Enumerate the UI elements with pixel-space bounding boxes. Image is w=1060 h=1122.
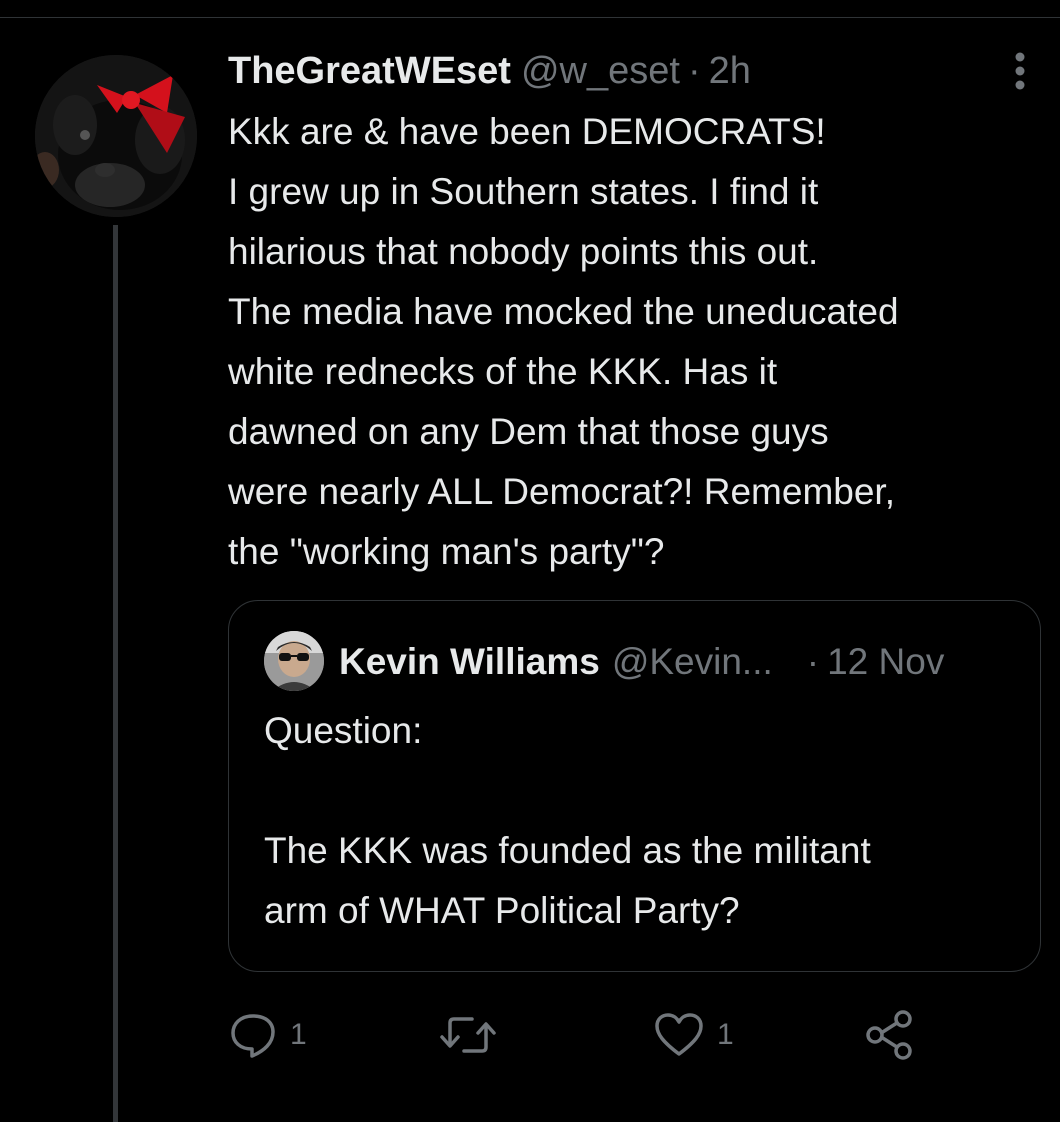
tweet-text-line: were nearly ALL Democrat?! Remember, — [228, 471, 895, 512]
quoted-author-display-name: Kevin Williams — [339, 641, 600, 682]
reply-count: 1 — [290, 1018, 307, 1051]
tweet-text-line: I grew up in Southern states. I find it — [228, 171, 819, 212]
retweet-button[interactable] — [438, 1005, 498, 1065]
more-vertical-icon — [1015, 52, 1025, 90]
quoted-tweet-timestamp: 12 Nov — [827, 641, 945, 682]
more-options-button[interactable] — [1000, 48, 1040, 94]
tweet-text-line: the "working man's party"? — [228, 531, 665, 572]
like-button[interactable]: 1 — [653, 1005, 734, 1065]
reply-bubble-icon — [231, 1014, 275, 1058]
retweet-icon — [440, 1017, 496, 1053]
author-handle[interactable]: @w_eset — [521, 50, 680, 93]
tweet-text-line: dawned on any Dem that those guys — [228, 411, 829, 452]
tweet-text-line: white rednecks of the KKK. Has it — [228, 351, 778, 392]
quoted-text-line — [264, 761, 1024, 821]
share-icon — [866, 1010, 912, 1060]
quoted-author-avatar — [264, 631, 324, 691]
quoted-tweet-header: Kevin Williams @Kevin... · 12 Nov — [339, 637, 944, 687]
tweet-text-line: The media have mocked the uneducated — [228, 291, 899, 332]
quoted-tweet-body: Question: The KKK was founded as the mil… — [264, 701, 1024, 941]
quoted-author-handle: @Kevin... — [611, 641, 773, 682]
author-avatar[interactable] — [35, 55, 197, 217]
reply-button[interactable]: 1 — [228, 1005, 307, 1065]
author-display-name[interactable]: TheGreatWEset — [228, 50, 511, 93]
man-avatar-image — [264, 631, 324, 691]
top-divider — [0, 17, 1060, 18]
tweet-actions-bar: 1 1 — [228, 1005, 1028, 1065]
tweet-header: TheGreatWEset @w_eset · 2h — [228, 48, 751, 94]
tweet-text-line: Kkk are & have been DEMOCRATS! — [228, 111, 826, 152]
header-separator: · — [687, 49, 701, 92]
tweet-text-line: hilarious that nobody points this out. — [228, 231, 819, 272]
quoted-text-line: Question: — [264, 710, 423, 751]
tweet-body: Kkk are & have been DEMOCRATS! I grew up… — [228, 102, 1048, 582]
like-count: 1 — [717, 1018, 734, 1051]
quoted-header-separator: · — [806, 641, 820, 682]
quoted-text-line: arm of WHAT Political Party? — [264, 890, 740, 931]
puppy-avatar-image — [35, 55, 197, 217]
quoted-tweet-card[interactable]: Kevin Williams @Kevin... · 12 Nov Questi… — [228, 600, 1041, 972]
tweet-timestamp[interactable]: 2h — [709, 50, 751, 93]
quoted-text-line: The KKK was founded as the militant — [264, 830, 871, 871]
thread-line — [113, 225, 118, 1122]
heart-icon — [655, 1013, 703, 1056]
share-button[interactable] — [863, 1005, 915, 1065]
